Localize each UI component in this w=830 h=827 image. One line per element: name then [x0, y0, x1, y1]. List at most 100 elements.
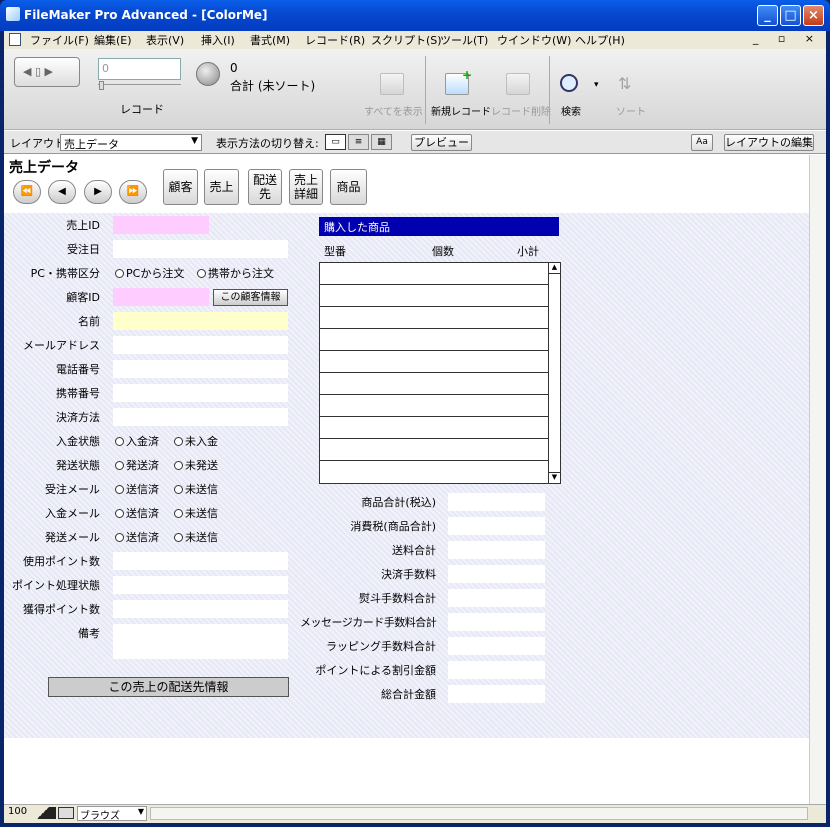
prev-record-button[interactable]: ◀	[48, 180, 76, 204]
menu-tools[interactable]: ツール(T)	[440, 32, 488, 48]
radio-unpaid-label: 未入金	[185, 435, 218, 448]
payment-method-field[interactable]	[113, 408, 288, 426]
menu-records[interactable]: レコード(R)	[305, 32, 365, 48]
radio-payment-mail-sent[interactable]: 送信済	[115, 505, 159, 521]
portal-row[interactable]	[320, 285, 548, 307]
points-earned-field[interactable]	[113, 600, 288, 618]
customer-info-button[interactable]: この顧客情報	[213, 289, 288, 306]
customer-id-field[interactable]	[113, 288, 209, 306]
first-record-button[interactable]: ⏪	[13, 180, 41, 204]
grand-total-field[interactable]	[448, 685, 545, 703]
points-status-field[interactable]	[113, 576, 288, 594]
sort-button[interactable]: ソート	[616, 103, 646, 118]
label-product-total: 商品合計(税込)	[361, 496, 436, 509]
view-as-list-button[interactable]: ≡	[348, 134, 369, 150]
radio-unpaid[interactable]: 未入金	[174, 433, 218, 449]
tab-sales-detail-button[interactable]: 売上詳細	[289, 169, 323, 205]
radio-unshipped[interactable]: 未発送	[174, 457, 218, 473]
document-icon[interactable]	[9, 33, 21, 46]
view-as-form-button[interactable]: ▭	[325, 134, 346, 150]
portal-row[interactable]	[320, 439, 548, 461]
radio-order-mail-sent[interactable]: 送信済	[115, 481, 159, 497]
sales-id-field[interactable]	[113, 216, 209, 234]
portal-row[interactable]	[320, 263, 548, 285]
radio-ship-mail-sent[interactable]: 送信済	[115, 529, 159, 545]
preview-button[interactable]: プレビュー	[411, 134, 472, 151]
label-name: 名前	[78, 315, 100, 328]
consumption-tax-field[interactable]	[448, 517, 545, 535]
wrapping-fee-field[interactable]	[448, 637, 545, 655]
portal-row[interactable]	[320, 373, 548, 395]
menu-file[interactable]: ファイル(F)	[30, 32, 89, 48]
phone-field[interactable]	[113, 360, 288, 378]
record-slider[interactable]	[98, 84, 181, 88]
portal-row[interactable]	[320, 395, 548, 417]
email-field[interactable]	[113, 336, 288, 354]
text-formatting-button[interactable]: Aa	[691, 134, 713, 151]
menu-insert[interactable]: 挿入(I)	[201, 32, 235, 48]
scroll-down-icon[interactable]: ▼	[549, 472, 560, 483]
radio-order-mail-unsent[interactable]: 未送信	[174, 481, 218, 497]
radio-mobile-order[interactable]: 携帯から注文	[197, 265, 274, 281]
maximize-button[interactable]: □	[780, 5, 801, 26]
portal-scrollbar[interactable]: ▲ ▼	[548, 263, 560, 483]
tab-shipping-button[interactable]: 配送先	[248, 169, 282, 205]
zoom-icons[interactable]	[30, 807, 56, 819]
menu-edit[interactable]: 編集(E)	[94, 32, 132, 48]
minimize-button[interactable]: _	[757, 5, 778, 26]
points-used-field[interactable]	[113, 552, 288, 570]
noshi-fee-field[interactable]	[448, 589, 545, 607]
find-dropdown-arrow-icon[interactable]: ▾	[594, 80, 599, 90]
portal-row[interactable]	[320, 417, 548, 439]
name-field[interactable]	[113, 312, 288, 330]
purchased-items-portal[interactable]: ▲ ▼	[319, 262, 561, 484]
mdi-window-controls[interactable]: _ ▫ ×	[753, 32, 822, 45]
toolbar-toggle-icon[interactable]	[58, 807, 74, 819]
order-date-field[interactable]	[113, 240, 288, 258]
tab-sales-button[interactable]: 売上	[204, 169, 239, 205]
menu-window[interactable]: ウインドウ(W)	[497, 32, 571, 48]
radio-payment-mail-unsent[interactable]: 未送信	[174, 505, 218, 521]
show-all-button[interactable]: すべてを表示	[364, 103, 423, 118]
zoom-level[interactable]: 100	[8, 806, 27, 817]
portal-row[interactable]	[320, 329, 548, 351]
tab-products-button[interactable]: 商品	[330, 169, 367, 205]
find-button[interactable]: 検索	[561, 103, 581, 118]
horizontal-scrollbar[interactable]	[150, 807, 808, 820]
note-field[interactable]	[113, 624, 288, 659]
filemaker-app-icon[interactable]	[6, 7, 20, 21]
radio-paid[interactable]: 入金済	[115, 433, 159, 449]
mode-select[interactable]: ブラウズ ▼	[77, 806, 147, 822]
radio-shipped[interactable]: 発送済	[115, 457, 159, 473]
portal-row[interactable]	[320, 461, 548, 483]
close-button[interactable]: ×	[803, 5, 824, 26]
scroll-up-icon[interactable]: ▲	[549, 263, 560, 274]
message-card-fee-field[interactable]	[448, 613, 545, 631]
radio-ship-mail-unsent[interactable]: 未送信	[174, 529, 218, 545]
new-record-button[interactable]: 新規レコード	[431, 103, 491, 118]
vertical-scrollbar[interactable]	[809, 155, 826, 804]
radio-pc-order[interactable]: PCから注文	[115, 265, 184, 281]
current-record-input[interactable]: 0	[98, 58, 181, 80]
next-record-button[interactable]: ▶	[84, 180, 112, 204]
menu-scripts[interactable]: スクリプト(S)	[371, 32, 442, 48]
edit-layout-button[interactable]: レイアウトの編集	[724, 134, 814, 151]
delete-record-button[interactable]: レコード削除	[491, 103, 551, 118]
menu-format[interactable]: 書式(M)	[250, 32, 290, 48]
menu-help[interactable]: ヘルプ(H)	[575, 32, 625, 48]
portal-row[interactable]	[320, 307, 548, 329]
portal-row[interactable]	[320, 351, 548, 373]
tab-customer-button[interactable]: 顧客	[163, 169, 198, 205]
layout-select[interactable]: 売上データ ▼	[60, 134, 202, 151]
product-total-field[interactable]	[448, 493, 545, 511]
last-record-button[interactable]: ⏩	[119, 180, 147, 204]
shipping-total-field[interactable]	[448, 541, 545, 559]
record-book-navigator[interactable]: ◀ ▯ ▶	[14, 57, 80, 87]
mobile-field[interactable]	[113, 384, 288, 402]
record-slider-knob[interactable]	[99, 81, 104, 90]
point-discount-field[interactable]	[448, 661, 545, 679]
payment-fee-field[interactable]	[448, 565, 545, 583]
menu-view[interactable]: 表示(V)	[146, 32, 184, 48]
shipping-info-button[interactable]: この売上の配送先情報	[48, 677, 289, 697]
view-as-table-button[interactable]: ▦	[371, 134, 392, 150]
